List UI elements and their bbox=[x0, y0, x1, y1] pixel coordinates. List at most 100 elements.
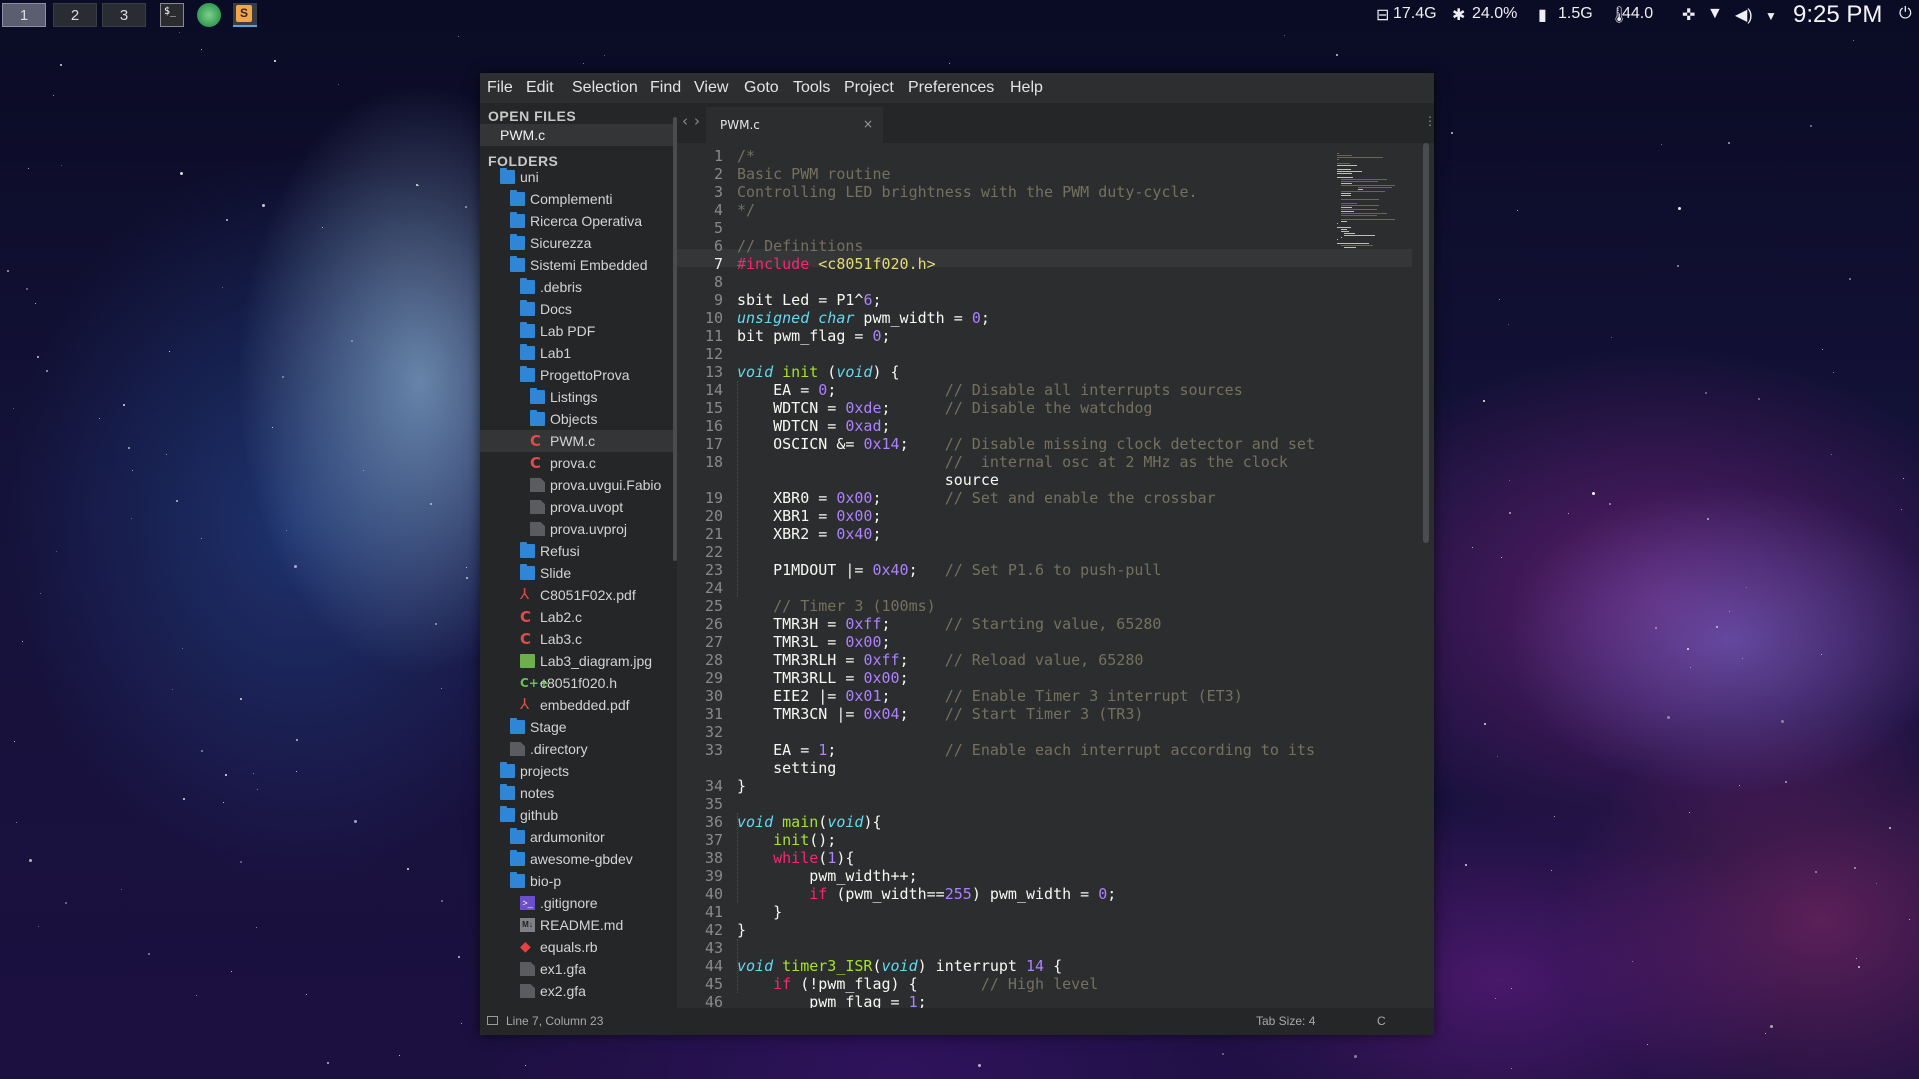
tree-file-equals-rb[interactable]: ◆ equals.rb bbox=[480, 936, 677, 958]
tree-file-pwm-c[interactable]: C PWM.c bbox=[480, 430, 677, 452]
tree-file-prova-uvproj[interactable]: prova.uvproj bbox=[480, 518, 677, 540]
code-line[interactable]: pwm_width++; bbox=[737, 867, 917, 885]
code-line[interactable]: Controlling LED brightness with the PWM … bbox=[737, 183, 1198, 201]
code-line[interactable]: /* bbox=[737, 147, 755, 165]
code-line[interactable]: // Definitions bbox=[737, 237, 863, 255]
wifi-icon[interactable]: ▼ bbox=[1707, 5, 1723, 23]
tree-folder-refusi[interactable]: Refusi bbox=[480, 540, 677, 562]
clock[interactable]: 9:25 PM bbox=[1793, 1, 1882, 29]
tree-folder-stage[interactable]: Stage bbox=[480, 716, 677, 738]
tree-folder-lab-pdf[interactable]: Lab PDF bbox=[480, 320, 677, 342]
code-line[interactable]: } bbox=[737, 903, 782, 921]
code-line[interactable]: XBR0 = 0x00; // Set and enable the cross… bbox=[737, 489, 1216, 507]
code-line[interactable]: Basic PWM routine bbox=[737, 165, 891, 183]
tree-file-embedded-pdf[interactable]: ⅄ embedded.pdf bbox=[480, 694, 677, 716]
tree-file-lab2-c[interactable]: C Lab2.c bbox=[480, 606, 677, 628]
menu-preferences[interactable]: Preferences bbox=[908, 79, 994, 97]
code-line[interactable]: TMR3RLH = 0xff; // Reload value, 65280 bbox=[737, 651, 1143, 669]
tree-file-prova-uvgui-fabio[interactable]: prova.uvgui.Fabio bbox=[480, 474, 677, 496]
code-line[interactable]: source bbox=[737, 471, 999, 489]
code-line[interactable]: } bbox=[737, 921, 746, 939]
open-file-pwm-c[interactable]: PWM.c bbox=[480, 124, 677, 146]
panel-toggle-icon[interactable] bbox=[487, 1016, 498, 1025]
code-line[interactable]: WDTCN = 0xde; // Disable the watchdog bbox=[737, 399, 1152, 417]
tree-folder-slide[interactable]: Slide bbox=[480, 562, 677, 584]
menu-find[interactable]: Find bbox=[650, 79, 681, 97]
menu-goto[interactable]: Goto bbox=[744, 79, 779, 97]
syntax-indicator[interactable]: C bbox=[1377, 1014, 1386, 1028]
tree-folder-debris[interactable]: .debris bbox=[480, 276, 677, 298]
code-line[interactable]: P1MDOUT |= 0x40; // Set P1.6 to push-pul… bbox=[737, 561, 1161, 579]
code-line[interactable]: // internal osc at 2 MHz as the clock bbox=[737, 453, 1288, 471]
menu-help[interactable]: Help bbox=[1010, 79, 1043, 97]
tree-file-lab3-diagram-jpg[interactable]: Lab3_diagram.jpg bbox=[480, 650, 677, 672]
code-line[interactable]: // Timer 3 (100ms) bbox=[737, 597, 936, 615]
chrome-app-icon[interactable] bbox=[197, 3, 221, 27]
tree-file-c8051f020-h[interactable]: C++ c8051f020.h bbox=[480, 672, 677, 694]
more-icon[interactable]: ⋮ bbox=[1424, 114, 1434, 128]
code-line[interactable]: unsigned char pwm_width = 0; bbox=[737, 309, 990, 327]
tab-size-indicator[interactable]: Tab Size: 4 bbox=[1256, 1014, 1315, 1028]
power-icon[interactable]: ⏻ bbox=[1899, 5, 1912, 23]
code-line[interactable]: init(); bbox=[737, 831, 836, 849]
code-line[interactable]: TMR3RLL = 0x00; bbox=[737, 669, 908, 687]
code-line[interactable]: EA = 0; // Disable all interrupts source… bbox=[737, 381, 1243, 399]
tree-folder-progettoprova[interactable]: ProgettoProva bbox=[480, 364, 677, 386]
menu-file[interactable]: File bbox=[487, 79, 513, 97]
tree-folder-bio-p[interactable]: bio-p bbox=[480, 870, 677, 892]
code-line[interactable]: void timer3_ISR(void) interrupt 14 { bbox=[737, 957, 1062, 975]
tab-back-icon[interactable]: ‹ bbox=[682, 112, 688, 130]
code-line[interactable]: OSCICN &= 0x14; // Disable missing clock… bbox=[737, 435, 1315, 453]
code-line[interactable]: EIE2 |= 0x01; // Enable Timer 3 interrup… bbox=[737, 687, 1243, 705]
tree-folder-complementi[interactable]: Complementi bbox=[480, 188, 677, 210]
code-line[interactable]: XBR1 = 0x00; bbox=[737, 507, 881, 525]
terminal-app-icon[interactable]: $_ bbox=[160, 3, 184, 27]
code-line[interactable]: sbit Led = P1^6; bbox=[737, 291, 882, 309]
tree-folder-objects[interactable]: Objects bbox=[480, 408, 677, 430]
tree-file-lab3-c[interactable]: C Lab3.c bbox=[480, 628, 677, 650]
code-line[interactable]: #include <c8051f020.h> bbox=[737, 255, 936, 273]
tree-file-gitignore[interactable]: >_ .gitignore bbox=[480, 892, 677, 914]
code-line[interactable]: XBR2 = 0x40; bbox=[737, 525, 881, 543]
tree-folder-listings[interactable]: Listings bbox=[480, 386, 677, 408]
tree-folder-lab1[interactable]: Lab1 bbox=[480, 342, 677, 364]
menu-project[interactable]: Project bbox=[844, 79, 894, 97]
code-line[interactable]: TMR3CN |= 0x04; // Start Timer 3 (TR3) bbox=[737, 705, 1143, 723]
tree-folder-uni[interactable]: uni bbox=[480, 166, 677, 188]
tree-file-c8051f02x-pdf[interactable]: ⅄ C8051F02x.pdf bbox=[480, 584, 677, 606]
code-line[interactable]: */ bbox=[737, 201, 755, 219]
code-line[interactable]: while(1){ bbox=[737, 849, 854, 867]
code-line[interactable]: if (!pwm_flag) { // High level bbox=[737, 975, 1098, 993]
code-line[interactable]: bit pwm_flag = 0; bbox=[737, 327, 891, 345]
tree-folder-awesome-gbdev[interactable]: awesome-gbdev bbox=[480, 848, 677, 870]
workspace-3-button[interactable]: 3 bbox=[102, 3, 146, 27]
tree-file-readme-md[interactable]: M↓ README.md bbox=[480, 914, 677, 936]
menu-edit[interactable]: Edit bbox=[526, 79, 554, 97]
tab-pwm-c[interactable]: PWM.c × bbox=[706, 107, 883, 143]
sublime-app-icon[interactable]: S bbox=[233, 3, 257, 27]
tab-close-icon[interactable]: × bbox=[863, 117, 873, 131]
tree-folder-ricerca-operativa[interactable]: Ricerca Operativa bbox=[480, 210, 677, 232]
tree-folder-projects[interactable]: projects bbox=[480, 760, 677, 782]
tree-folder-docs[interactable]: Docs bbox=[480, 298, 677, 320]
editor-scrollbar[interactable] bbox=[1423, 143, 1429, 543]
dropdown-icon[interactable]: ▼ bbox=[1765, 9, 1777, 23]
menu-tools[interactable]: Tools bbox=[793, 79, 830, 97]
tree-folder-github[interactable]: github bbox=[480, 804, 677, 826]
code-line[interactable]: WDTCN = 0xad; bbox=[737, 417, 890, 435]
minimap[interactable] bbox=[1337, 153, 1407, 263]
code-line[interactable]: if (pwm_width==255) pwm_width = 0; bbox=[737, 885, 1116, 903]
tree-file-directory[interactable]: .directory bbox=[480, 738, 677, 760]
code-line[interactable]: pwm_flag = 1; bbox=[737, 993, 926, 1008]
code-line[interactable]: } bbox=[737, 777, 746, 795]
tree-folder-ardumonitor[interactable]: ardumonitor bbox=[480, 826, 677, 848]
tree-file-ex2-gfa[interactable]: ex2.gfa bbox=[480, 980, 677, 1002]
tree-file-ex1-gfa[interactable]: ex1.gfa bbox=[480, 958, 677, 980]
workspace-2-button[interactable]: 2 bbox=[53, 3, 97, 27]
volume-icon[interactable]: ◀) bbox=[1735, 5, 1753, 25]
tree-folder-notes[interactable]: notes bbox=[480, 782, 677, 804]
tree-file-prova-c[interactable]: Cprova.c bbox=[480, 452, 677, 474]
code-line[interactable]: TMR3H = 0xff; // Starting value, 65280 bbox=[737, 615, 1161, 633]
code-line[interactable]: setting bbox=[737, 759, 836, 777]
tab-forward-icon[interactable]: › bbox=[694, 112, 700, 130]
